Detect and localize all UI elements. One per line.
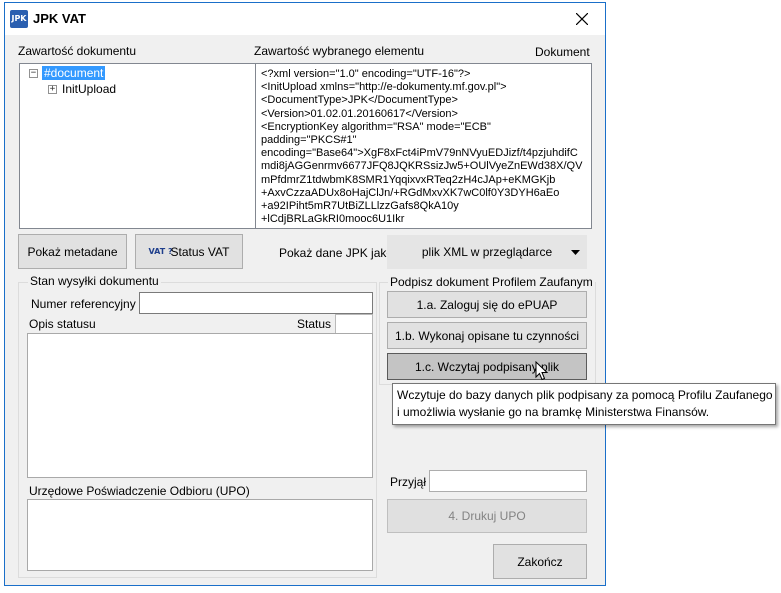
expand-icon[interactable]: +: [48, 85, 57, 94]
tooltip-line-1: Wczytuje do bazy danych plik podpisany z…: [397, 388, 773, 402]
status-header-cell: [335, 314, 373, 334]
collapse-icon[interactable]: −: [29, 69, 38, 78]
button-label: Zakończ: [517, 554, 563, 569]
app-icon: JPK: [10, 10, 28, 28]
button-label: 1.a. Zaloguj się do ePUAP: [416, 297, 558, 312]
status-header: Status: [297, 317, 332, 331]
button-label: Status VAT: [170, 244, 230, 259]
select-value: plik XML w przeglądarce: [421, 245, 553, 259]
xml-line: <InitUpload xmlns="http://e-dokumenty.mf…: [261, 81, 507, 94]
send-status-title: Stan wysyłki dokumentu: [28, 274, 161, 288]
document-tree[interactable]: − #document + InitUpload: [19, 63, 273, 229]
xml-line: <?xml version="1.0" encoding="UTF-16"?>: [261, 68, 471, 80]
xml-line: <Version>01.02.01.20160617</Version>: [261, 107, 458, 120]
xml-line: +lCdjBRLaGkRI0mooc6U1Ikr: [261, 213, 405, 226]
close-icon: [576, 13, 588, 25]
xml-line: mdi8jAGGenrmv6677JFQ8JQKRSsizJw5+OUlVyeZ…: [261, 160, 583, 173]
perform-steps-button[interactable]: 1.b. Wykonaj opisane tu czynności: [387, 322, 587, 349]
selected-element-label: Zawartość wybranego elementu: [254, 44, 425, 58]
show-metadata-button[interactable]: Pokaż metadane: [18, 234, 127, 269]
document-label: Dokument: [535, 45, 590, 59]
tree-node-label: InitUpload: [62, 82, 117, 96]
document-content-label: Zawartość dokumentu: [18, 44, 137, 58]
received-input[interactable]: [429, 470, 587, 492]
mouse-pointer-icon: [535, 361, 549, 381]
status-list[interactable]: [27, 333, 373, 478]
reference-number-label: Numer referencyjny: [31, 297, 136, 311]
vat-status-icon: VAT ?: [148, 247, 173, 256]
xml-line: encoding="Base64">XgF8xFct4iPmV79nNVyuED…: [261, 147, 578, 160]
reference-number-input[interactable]: [139, 292, 373, 314]
tree-node-initupload[interactable]: InitUpload: [62, 82, 116, 97]
tooltip-line-2: i umożliwia wysłanie go na bramkę Minist…: [397, 405, 710, 419]
print-upo-button[interactable]: 4. Drukuj UPO: [387, 499, 587, 533]
xml-line: mPfdmrZ1tdwbmK8SMR1YqqixvxRTeq2zH4cJAp+e…: [261, 173, 556, 186]
xml-line: padding="PKCS#1": [261, 134, 357, 147]
tree-node-document[interactable]: #document: [42, 66, 106, 81]
window-title: JPK VAT: [33, 11, 86, 26]
finish-button[interactable]: Zakończ: [493, 544, 587, 579]
sign-profile-title: Podpisz dokument Profilem Zaufanym: [388, 275, 595, 289]
xml-line: +AxvCzzaADUx8oHajClJn/+RGdMxvXK7wC0lf0Y3…: [261, 186, 560, 199]
xml-line: +a92IPiht5mR7UtBiZLLlzzGafs8QkA10y: [261, 200, 459, 213]
button-label: 4. Drukuj UPO: [448, 509, 526, 523]
tooltip: Wczytuje do bazy danych plik podpisany z…: [392, 383, 776, 425]
chevron-down-icon: [571, 250, 580, 255]
xml-line: <DocumentType>JPK</DocumentType>: [261, 94, 458, 107]
tree-node-label: #document: [42, 66, 106, 80]
close-button[interactable]: [559, 3, 605, 35]
upo-view[interactable]: [27, 499, 373, 571]
xml-line: <EncryptionKey algorithm="RSA" mode="ECB…: [261, 120, 491, 133]
show-jpk-as-label: Pokaż dane JPK jako:: [279, 246, 397, 260]
button-label: 1.b. Wykonaj opisane tu czynności: [395, 328, 579, 343]
display-mode-select[interactable]: plik XML w przeglądarce: [387, 235, 587, 269]
upo-label: Urzędowe Poświadczenie Odbioru (UPO): [29, 484, 250, 498]
xml-content-view[interactable]: <?xml version="1.0" encoding="UTF-16"?> <…: [255, 63, 592, 229]
load-signed-file-button[interactable]: 1.c. Wczytaj podpisany plik: [387, 353, 587, 380]
jpk-vat-dialog: JPK JPK VAT Zawartość dokumentu Zawartoś…: [4, 2, 606, 586]
button-label: Pokaż metadane: [27, 244, 118, 259]
login-epuap-button[interactable]: 1.a. Zaloguj się do ePUAP: [387, 291, 587, 318]
status-vat-button[interactable]: VAT ? Status VAT: [135, 234, 243, 269]
status-description-header: Opis statusu: [29, 317, 96, 331]
received-label: Przyjął: [390, 475, 427, 489]
title-bar[interactable]: JPK JPK VAT: [5, 3, 605, 35]
